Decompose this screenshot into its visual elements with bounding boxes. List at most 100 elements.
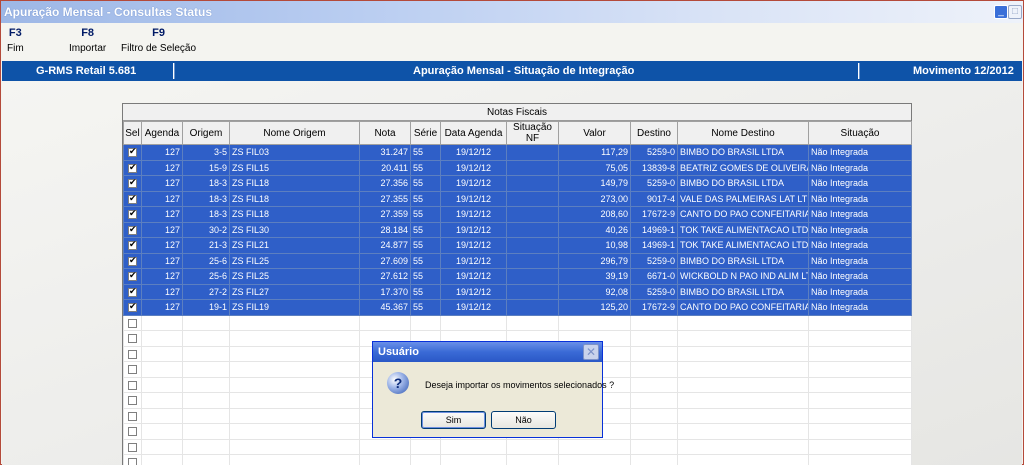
cell-destino: 17672-9: [630, 206, 678, 223]
table-row[interactable]: 12730-2ZS FIL3028.1845519/12/12 40,261496…: [123, 221, 912, 238]
empty-row[interactable]: [123, 454, 912, 465]
dialog-close-icon[interactable]: ✕: [583, 344, 599, 360]
column-header-situacao-nf[interactable]: Situação NF: [506, 121, 559, 145]
row-checkbox[interactable]: [128, 162, 137, 173]
cell-agenda: 127: [141, 159, 183, 176]
column-header-agenda[interactable]: Agenda: [141, 121, 183, 145]
row-checkbox[interactable]: [128, 301, 137, 313]
select-cell[interactable]: [123, 190, 142, 207]
cell-data: 19/12/12: [440, 175, 507, 192]
table-row[interactable]: 12718-3ZS FIL1827.3555519/12/12 273,00901…: [123, 190, 912, 207]
row-checkbox[interactable]: [128, 239, 137, 251]
row-checkbox[interactable]: [128, 177, 137, 189]
empty-cell: [630, 330, 678, 347]
row-checkbox[interactable]: [128, 255, 137, 266]
row-checkbox[interactable]: [128, 411, 137, 421]
maximize-button[interactable]: □: [1008, 5, 1022, 19]
row-checkbox[interactable]: [128, 349, 137, 359]
select-cell[interactable]: [123, 144, 142, 161]
column-header-origem[interactable]: Origem: [182, 121, 230, 145]
empty-row[interactable]: [123, 438, 912, 455]
column-header-nota[interactable]: Nota: [359, 121, 411, 145]
row-checkbox[interactable]: [128, 396, 137, 406]
select-cell[interactable]: [123, 175, 142, 192]
table-row[interactable]: 12715-9ZS FIL1520.4115519/12/12 75,051383…: [123, 159, 912, 176]
select-cell[interactable]: [123, 221, 142, 238]
select-cell[interactable]: [123, 407, 142, 424]
empty-cell: [229, 314, 360, 331]
select-cell[interactable]: [123, 206, 142, 223]
table-row[interactable]: 12719-1ZS FIL1945.3675519/12/12 125,20176…: [123, 299, 912, 316]
select-cell[interactable]: [123, 345, 142, 362]
select-cell[interactable]: [123, 330, 142, 347]
select-cell[interactable]: [123, 283, 142, 300]
row-checkbox[interactable]: [128, 208, 137, 220]
column-header-serie[interactable]: Série: [410, 121, 441, 145]
row-checkbox[interactable]: [128, 427, 137, 437]
empty-cell: [141, 361, 183, 378]
table-row[interactable]: 12725-6ZS FIL2527.6125519/12/12 39,196671…: [123, 268, 912, 285]
cell-nota: 24.877: [359, 237, 411, 254]
select-cell[interactable]: [123, 361, 142, 378]
select-cell[interactable]: [123, 159, 142, 176]
column-header-destino[interactable]: Destino: [630, 121, 678, 145]
cell-situacao: Não Integrada: [808, 206, 912, 223]
select-cell[interactable]: [123, 237, 142, 254]
cell-data: 19/12/12: [440, 283, 507, 300]
row-checkbox[interactable]: [128, 224, 137, 235]
column-header-data-agenda[interactable]: Data Agenda: [440, 121, 507, 145]
select-cell[interactable]: [123, 423, 142, 440]
row-checkbox[interactable]: [128, 458, 137, 465]
table-row[interactable]: 12718-3ZS FIL1827.3595519/12/12 208,60176…: [123, 206, 912, 223]
empty-cell: [141, 314, 183, 331]
fim-button[interactable]: F3 Fim: [7, 27, 24, 54]
select-cell[interactable]: [123, 268, 142, 285]
row-checkbox[interactable]: [128, 380, 137, 390]
table-row[interactable]: 12718-3ZS FIL1827.3565519/12/12 149,79525…: [123, 175, 912, 192]
empty-cell: [182, 423, 230, 440]
table-row[interactable]: 12721-3ZS FIL2124.8775519/12/12 10,981496…: [123, 237, 912, 254]
cell-nota: 27.612: [359, 268, 411, 285]
fkey-caption: Fim: [7, 43, 24, 54]
column-header-sel[interactable]: Sel: [123, 121, 142, 145]
table-row[interactable]: 12725-6ZS FIL2527.6095519/12/12 296,79525…: [123, 252, 912, 269]
cell-valor: 149,79: [558, 175, 631, 192]
column-header-valor[interactable]: Valor: [558, 121, 631, 145]
column-header-situacao[interactable]: Situação: [808, 121, 912, 145]
cell-sit-nf: [506, 175, 559, 192]
empty-cell: [630, 423, 678, 440]
sim-button[interactable]: Sim: [421, 411, 486, 429]
fkey-caption: Importar: [69, 43, 107, 54]
select-cell[interactable]: [123, 454, 142, 465]
row-checkbox[interactable]: [128, 442, 137, 452]
table-row[interactable]: 12727-2ZS FIL2717.3705519/12/12 92,085259…: [123, 283, 912, 300]
row-checkbox[interactable]: [128, 286, 137, 297]
row-checkbox[interactable]: [128, 334, 137, 344]
empty-cell: [229, 438, 360, 455]
row-checkbox[interactable]: [128, 193, 137, 204]
row-checkbox[interactable]: [128, 365, 137, 375]
row-checkbox[interactable]: [128, 318, 137, 328]
row-checkbox[interactable]: [128, 146, 137, 158]
column-header-nome-destino[interactable]: Nome Destino: [677, 121, 809, 145]
select-cell[interactable]: [123, 252, 142, 269]
cell-valor: 40,26: [558, 221, 631, 238]
table-row[interactable]: 1273-5ZS FIL0331.2475519/12/12 117,295259…: [123, 144, 912, 161]
select-cell[interactable]: [123, 438, 142, 455]
cell-agenda: 127: [141, 252, 183, 269]
column-header-nome-origem[interactable]: Nome Origem: [229, 121, 360, 145]
nao-button[interactable]: Não: [491, 411, 556, 429]
cell-sit-nf: [506, 237, 559, 254]
importar-button[interactable]: F8 Importar: [69, 27, 106, 54]
row-checkbox[interactable]: [128, 270, 137, 282]
select-cell[interactable]: [123, 314, 142, 331]
select-cell[interactable]: [123, 392, 142, 409]
cell-nome-destino: VALE DAS PALMEIRAS LAT LTDA: [677, 190, 809, 207]
cell-data: 19/12/12: [440, 268, 507, 285]
minimize-button[interactable]: _: [994, 5, 1008, 19]
cell-origem: 25-6: [182, 268, 230, 285]
empty-row[interactable]: [123, 314, 912, 331]
select-cell[interactable]: [123, 299, 142, 316]
select-cell[interactable]: [123, 376, 142, 393]
filtro-selecao-button[interactable]: F9 Filtro de Seleção: [121, 27, 196, 54]
